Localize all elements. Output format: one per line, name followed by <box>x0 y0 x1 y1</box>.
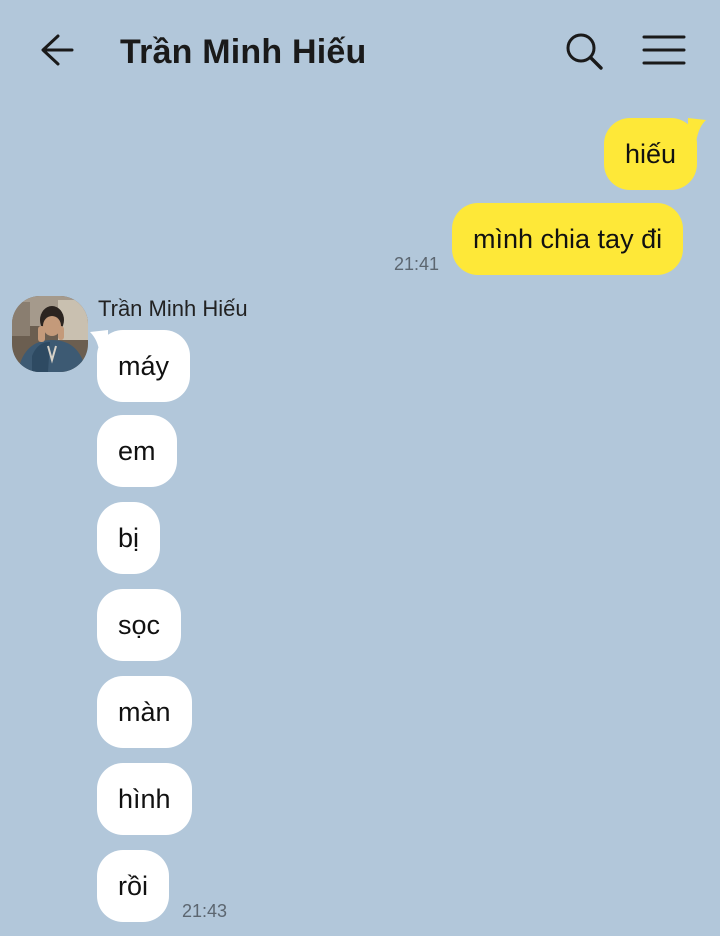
hamburger-menu-icon <box>642 35 686 65</box>
outgoing-message[interactable]: mình chia tay đi <box>452 203 684 275</box>
sender-name: Trần Minh Hiếu <box>98 296 248 321</box>
chat-header: Trần Minh Hiếu <box>0 0 720 100</box>
chat-title: Trần Minh Hiếu <box>120 33 367 71</box>
outgoing-message[interactable]: hiếu <box>604 118 698 190</box>
search-button[interactable] <box>560 28 608 76</box>
search-icon <box>566 33 603 70</box>
incoming-message[interactable]: hình <box>97 763 192 835</box>
profile-photo <box>12 296 88 372</box>
back-button[interactable] <box>34 28 82 76</box>
incoming-message[interactable]: máy <box>97 330 191 402</box>
incoming-message[interactable]: bị <box>97 502 161 574</box>
incoming-message[interactable]: rồi <box>97 850 170 922</box>
incoming-message[interactable]: em <box>97 415 177 487</box>
avatar[interactable] <box>12 296 88 372</box>
arrow-left-icon <box>41 34 74 66</box>
incoming-message[interactable]: màn <box>97 676 192 748</box>
menu-button[interactable] <box>638 28 690 76</box>
message-timestamp: 21:41 <box>394 254 440 274</box>
bubble-tail <box>688 118 706 142</box>
message-timestamp: 21:43 <box>182 901 228 921</box>
incoming-message[interactable]: sọc <box>97 589 182 661</box>
